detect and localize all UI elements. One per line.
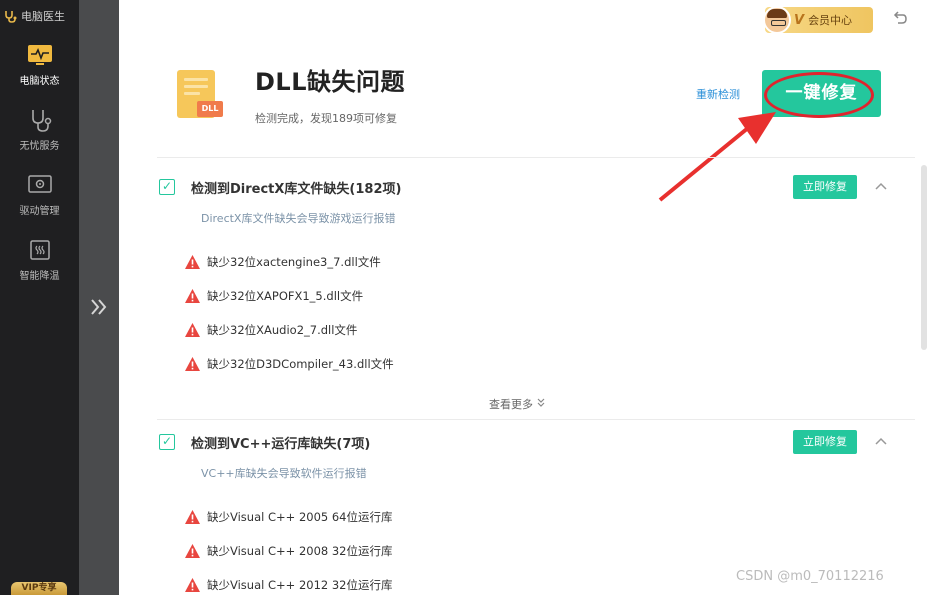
list-item: 缺少32位xactengine3_7.dll文件 (184, 253, 381, 271)
chevron-up-icon[interactable] (873, 434, 889, 450)
warning-icon (184, 254, 201, 270)
vip-badge[interactable]: VIP专享 (11, 582, 67, 595)
section-checkbox[interactable]: ✓ (159, 434, 175, 450)
sidebar-item-label: 电脑状态 (19, 76, 60, 87)
recheck-link[interactable]: 重新检测 (696, 86, 740, 102)
sidebar-item-label: 驱动管理 (19, 206, 60, 217)
dll-file-icon: DLL (175, 68, 223, 120)
section-header-vcpp: ✓ 检测到VC++运行库缺失(7项) (159, 431, 370, 453)
brand: 电脑医生 (4, 6, 65, 26)
section-title: 检测到VC++运行库缺失(7项) (191, 436, 371, 452)
member-center-button[interactable]: V 会员中心 (763, 6, 873, 34)
item-label: 缺少32位XAudio2_7.dll文件 (207, 323, 358, 337)
avatar (763, 6, 791, 34)
list-item: 缺少32位D3DCompiler_43.dll文件 (184, 355, 394, 373)
double-chevron-down-icon (537, 398, 545, 410)
sidebar-item-smart-cooling[interactable]: 智能降温 (0, 233, 79, 297)
sidebar: 电脑医生 电脑状态 无忧服务 驱动管理 智能降温 VIP专享 (0, 0, 79, 595)
list-item: 缺少32位XAudio2_7.dll文件 (184, 321, 357, 339)
sidebar-item-pc-status[interactable]: 电脑状态 (0, 38, 79, 102)
brand-label: 电脑医生 (21, 10, 65, 23)
warning-icon (184, 288, 201, 304)
section-checkbox[interactable]: ✓ (159, 179, 175, 195)
scrollbar[interactable] (921, 165, 927, 350)
dll-tag: DLL (197, 101, 223, 117)
fix-all-button[interactable]: 一键修复 (762, 70, 881, 117)
section-description: DirectX库文件缺失会导致游戏运行报错 (201, 212, 396, 225)
section-header-directx: ✓ 检测到DirectX库文件缺失(182项) (159, 176, 401, 198)
stethoscope-logo-icon (4, 9, 18, 23)
warning-icon (184, 509, 201, 525)
warning-icon (184, 322, 201, 338)
warning-icon (184, 543, 201, 559)
gear-box-icon (27, 174, 53, 196)
undo-back-icon[interactable] (890, 10, 910, 30)
item-label: 缺少Visual C++ 2012 32位运行库 (207, 578, 393, 592)
chevron-up-icon[interactable] (873, 179, 889, 195)
list-item: 缺少Visual C++ 2012 32位运行库 (184, 576, 393, 594)
divider (157, 157, 915, 158)
list-item: 缺少32位XAPOFX1_5.dll文件 (184, 287, 363, 305)
double-chevron-right-icon[interactable] (86, 296, 112, 318)
stethoscope-icon (27, 109, 53, 132)
item-label: 缺少32位D3DCompiler_43.dll文件 (207, 357, 394, 371)
sidebar-item-label: 无忧服务 (19, 141, 60, 152)
list-item: 缺少Visual C++ 2005 64位运行库 (184, 508, 393, 526)
item-label: 缺少32位xactengine3_7.dll文件 (207, 255, 381, 269)
see-more-link[interactable]: 查看更多 (489, 396, 545, 412)
chip-cooling-icon (27, 239, 53, 261)
fix-now-button[interactable]: 立即修复 (793, 175, 857, 199)
section-description: VC++库缺失会导致软件运行报错 (201, 467, 367, 480)
monitor-pulse-icon (27, 44, 53, 66)
list-item: 缺少Visual C++ 2008 32位运行库 (184, 542, 393, 560)
fix-now-button[interactable]: 立即修复 (793, 430, 857, 454)
warning-icon (184, 577, 201, 593)
divider (157, 419, 915, 420)
member-center-label: 会员中心 (808, 14, 853, 27)
see-more-label: 查看更多 (489, 398, 533, 411)
watermark: CSDN @m0_70112216 (736, 569, 884, 584)
sidebar-item-worry-free-service[interactable]: 无忧服务 (0, 103, 79, 167)
vip-v-icon: V (794, 12, 805, 28)
scan-summary: 检测完成，发现189项可修复 (255, 112, 397, 125)
item-label: 缺少32位XAPOFX1_5.dll文件 (207, 289, 364, 303)
section-title: 检测到DirectX库文件缺失(182项) (191, 181, 402, 197)
sidebar-item-label: 智能降温 (19, 271, 60, 282)
sidebar-item-driver-manager[interactable]: 驱动管理 (0, 168, 79, 232)
item-label: 缺少Visual C++ 2008 32位运行库 (207, 544, 393, 558)
page-title: DLL缺失问题 (255, 68, 406, 96)
item-label: 缺少Visual C++ 2005 64位运行库 (207, 510, 393, 524)
warning-icon (184, 356, 201, 372)
